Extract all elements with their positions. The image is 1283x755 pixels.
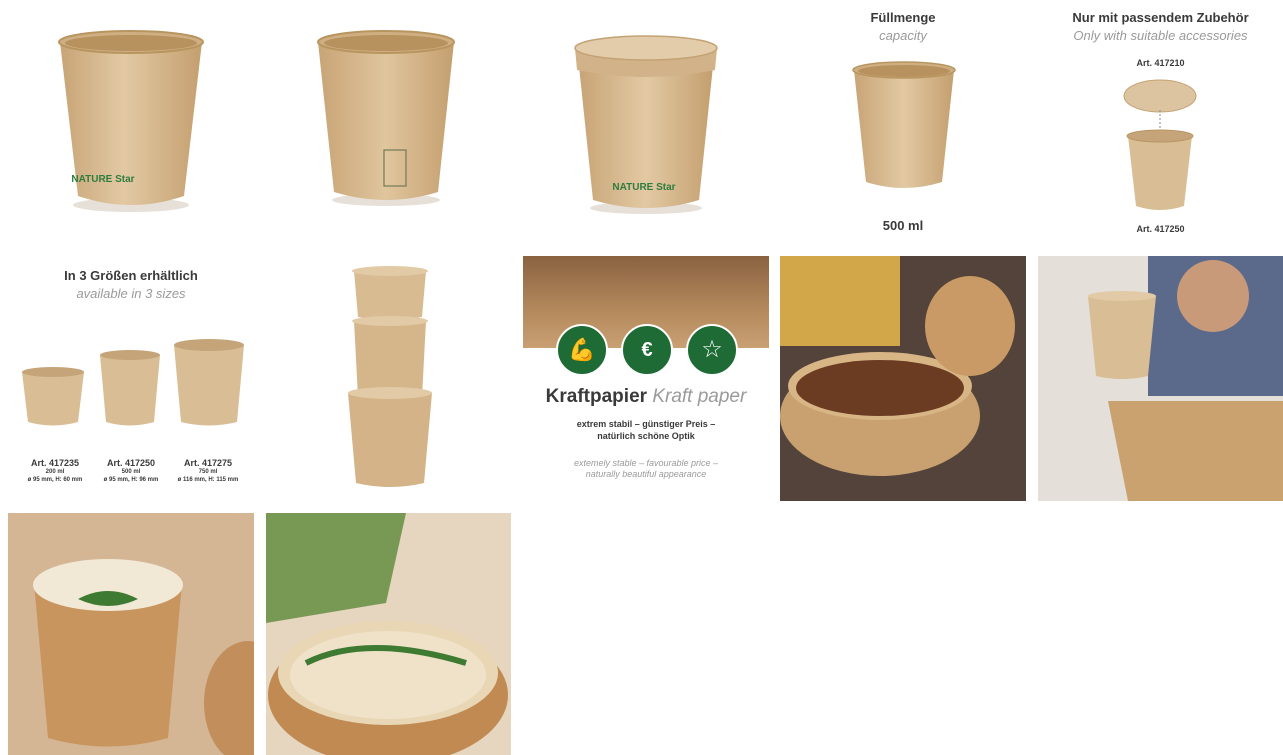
- cup-and-lid-image: [1123, 79, 1197, 210]
- kraft-cup-image: [852, 61, 956, 188]
- kraft-title: Kraftpapier Kraft paper: [545, 386, 747, 407]
- cup-article-number: Art. 417250: [1136, 224, 1185, 234]
- tile-sizes[interactable]: In 3 Größen erhältlich available in 3 si…: [8, 257, 254, 501]
- tile-photo-stew[interactable]: [780, 256, 1026, 501]
- size-spec-small: Art. 417235 200 ml ø 95 mm, H: 60 mm: [27, 458, 83, 483]
- kraft-desc-de-2: natürlich schöne Optik: [597, 431, 695, 441]
- tile-kraft-paper[interactable]: 💪 € ☆ Kraftpapier Kraft paper extrem sta…: [523, 256, 769, 500]
- man-with-bag-photo: [1038, 256, 1283, 501]
- kraft-desc-en-2: naturally beautiful appearance: [585, 469, 707, 479]
- star-badge-icon: ☆: [686, 324, 738, 376]
- brand-logo: NATURE Star: [612, 182, 676, 193]
- tile-photo-soup[interactable]: [8, 513, 254, 755]
- stew-photo: [780, 256, 1026, 501]
- tile-cup-with-lid[interactable]: NATURE Star: [523, 0, 769, 246]
- brand-logo: NATURE Star: [71, 174, 135, 185]
- tile-stacked-cups[interactable]: [266, 257, 512, 501]
- kraft-cup-lid-image: [574, 35, 718, 214]
- strength-badge-icon: 💪: [556, 324, 608, 376]
- kraft-desc-de-1: extrem stabil – günstiger Preis –: [576, 419, 716, 429]
- tile-accessories[interactable]: Nur mit passendem Zubehör Only with suit…: [1038, 0, 1283, 246]
- kraft-cup-image: [317, 30, 455, 206]
- tile-photo-noodles[interactable]: [266, 513, 511, 755]
- tile-cup-back[interactable]: [266, 0, 512, 246]
- price-badge-icon: €: [621, 324, 673, 376]
- stacked-cups-image: [348, 266, 432, 487]
- capacity-volume: 500 ml: [882, 218, 924, 233]
- noodle-soup-photo: [266, 513, 511, 755]
- tile-cup-front[interactable]: NATURE Star: [8, 0, 254, 246]
- tile-capacity[interactable]: Füllmenge capacity 500 ml: [780, 0, 1026, 246]
- size-spec-medium: Art. 417250 500 ml ø 95 mm, H: 96 mm: [103, 458, 159, 483]
- kraft-cup-image: [58, 30, 204, 212]
- tile-photo-man[interactable]: [1038, 256, 1283, 501]
- size-spec-large: Art. 417275 750 ml ø 116 mm, H: 115 mm: [177, 458, 239, 483]
- kraft-desc-en-1: extemely stable – favourable price –: [573, 458, 719, 468]
- soup-photo: [8, 513, 254, 755]
